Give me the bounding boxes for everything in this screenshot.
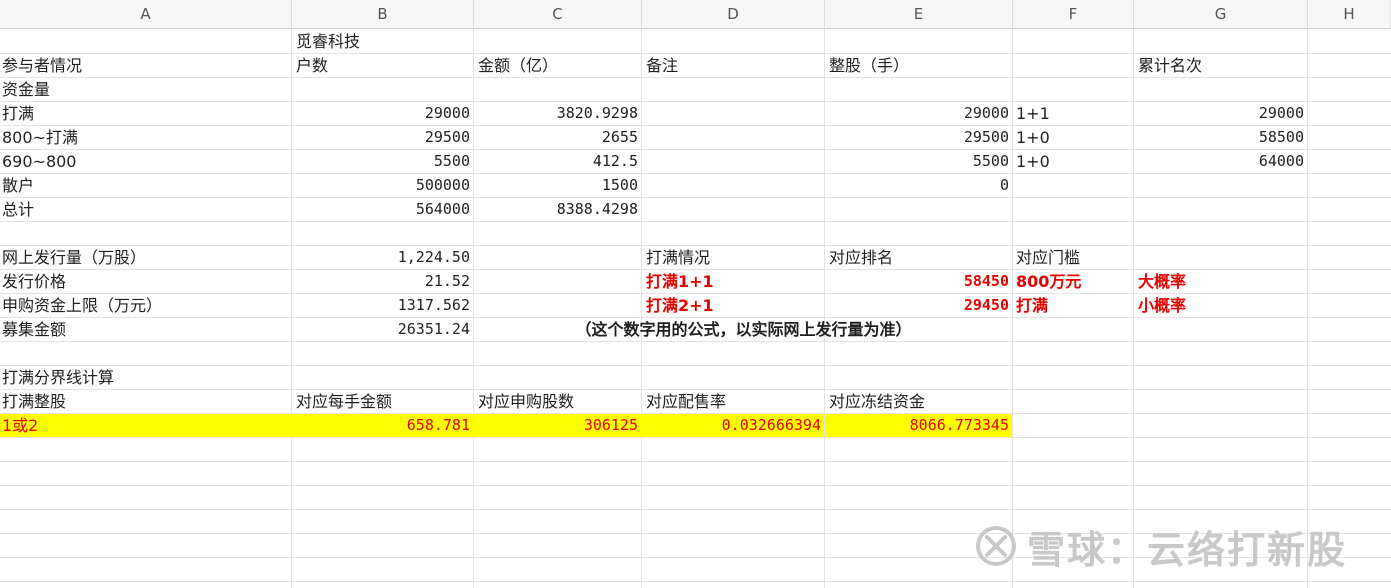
cell-b14[interactable]: 26351.24 (292, 318, 472, 341)
cell-b3[interactable]: 户数 (294, 54, 472, 77)
cell-b9[interactable]: 564000 (292, 198, 472, 221)
cell-d3[interactable]: 备注 (644, 54, 823, 77)
cell-e8[interactable]: 0 (825, 174, 1011, 197)
watermark: 雪球：云络打新股 (975, 518, 1347, 574)
cell-c6[interactable]: 2655 (474, 126, 640, 149)
cell-f12[interactable]: 800万元 (1014, 270, 1132, 293)
cell-c9[interactable]: 8388.4298 (474, 198, 640, 221)
grid-line (0, 461, 1391, 462)
column-header-b[interactable]: B (292, 0, 474, 29)
cell-f13[interactable]: 打满 (1014, 294, 1132, 317)
cell-c7[interactable]: 412.5 (474, 150, 640, 173)
cell-b13[interactable]: 1317.562 (292, 294, 472, 317)
column-header-e[interactable]: E (825, 0, 1013, 29)
cell-g12[interactable]: 大概率 (1136, 270, 1306, 293)
cell-g5[interactable]: 29000 (1134, 102, 1306, 125)
cell-a9[interactable]: 总计 (0, 198, 290, 221)
cell-a3[interactable]: 参与者情况 (0, 54, 290, 77)
cell-e3[interactable]: 整股（手） (827, 54, 1011, 77)
cell-e18[interactable]: 8066.773345 (825, 414, 1011, 437)
cell-e5[interactable]: 29000 (825, 102, 1011, 125)
cell-a17[interactable]: 打满整股 (0, 390, 290, 413)
cell-g7[interactable]: 64000 (1134, 150, 1306, 173)
cell-e12[interactable]: 58450 (825, 270, 1011, 293)
cell-b11[interactable]: 1,224.50 (292, 246, 472, 269)
cell-a16[interactable]: 打满分界线计算 (0, 366, 290, 389)
cell-e13[interactable]: 29450 (825, 294, 1011, 317)
column-header-d[interactable]: D (642, 0, 825, 29)
cell-a13[interactable]: 申购资金上限（万元） (0, 294, 290, 317)
cell-a12[interactable]: 发行价格 (0, 270, 290, 293)
watermark-text: 雪球：云络打新股 (1027, 527, 1348, 572)
spreadsheet-grid: A B C D E F G H 觅睿科技 参与者情况 户数 金额（亿） 备注 整… (0, 0, 1391, 588)
cell-d18[interactable]: 0.032666394 (642, 414, 823, 437)
cell-b8[interactable]: 500000 (292, 174, 472, 197)
cell-c3[interactable]: 金额（亿） (476, 54, 640, 77)
column-header-f[interactable]: F (1013, 0, 1134, 29)
snowball-logo-icon (976, 526, 1016, 566)
cell-a5[interactable]: 打满 (0, 102, 290, 125)
cell-d17[interactable]: 对应配售率 (644, 390, 823, 413)
column-header-a[interactable]: A (0, 0, 292, 29)
column-header-h[interactable]: H (1308, 0, 1391, 29)
cell-b18[interactable]: 658.781 (292, 414, 472, 437)
cell-b7[interactable]: 5500 (292, 150, 472, 173)
cell-c17[interactable]: 对应申购股数 (476, 390, 640, 413)
cell-d12[interactable]: 打满1+1 (644, 270, 823, 293)
cell-a14[interactable]: 募集金额 (0, 318, 290, 341)
grid-line (0, 221, 1391, 222)
cell-e17[interactable]: 对应冻结资金 (827, 390, 1011, 413)
cell-g13[interactable]: 小概率 (1136, 294, 1306, 317)
cell-b12[interactable]: 21.52 (292, 270, 472, 293)
cell-g3[interactable]: 累计名次 (1136, 54, 1306, 77)
cell-e7[interactable]: 5500 (825, 150, 1011, 173)
cell-d11[interactable]: 打满情况 (644, 246, 823, 269)
grid-line (641, 29, 642, 588)
cell-d13[interactable]: 打满2+1 (644, 294, 823, 317)
cell-f11[interactable]: 对应门槛 (1014, 246, 1132, 269)
grid-line (0, 437, 1391, 438)
cell-c5[interactable]: 3820.9298 (474, 102, 640, 125)
cell-e11[interactable]: 对应排名 (827, 246, 1011, 269)
grid-line (0, 341, 1391, 342)
cell-c8[interactable]: 1500 (474, 174, 640, 197)
cell-a4[interactable]: 资金量 (0, 78, 290, 101)
cell-g6[interactable]: 58500 (1134, 126, 1306, 149)
grid-line (1307, 29, 1308, 588)
column-header-c[interactable]: C (474, 0, 642, 29)
cell-a11[interactable]: 网上发行量（万股） (0, 246, 290, 269)
grid-line (0, 485, 1391, 486)
grid-line (1012, 29, 1013, 588)
cell-f7[interactable]: 1+0 (1014, 150, 1132, 173)
cell-c18[interactable]: 306125 (474, 414, 640, 437)
cell-a7[interactable]: 690~800 (0, 150, 290, 173)
cell-f5[interactable]: 1+1 (1014, 102, 1132, 125)
cell-a18[interactable]: 1或2 (0, 414, 290, 437)
cell-a8[interactable]: 散户 (0, 174, 290, 197)
cell-b5[interactable]: 29000 (292, 102, 472, 125)
cell-b2[interactable]: 觅睿科技 (294, 30, 472, 53)
column-header-g[interactable]: G (1134, 0, 1308, 29)
cell-e6[interactable]: 29500 (825, 126, 1011, 149)
grid-line (0, 581, 1391, 582)
cell-b17[interactable]: 对应每手金额 (294, 390, 472, 413)
grid-line (0, 509, 1391, 510)
cell-b6[interactable]: 29500 (292, 126, 472, 149)
cell-c14-note[interactable]: （这个数字用的公式，以实际网上发行量为准） (476, 318, 1011, 341)
cell-a6[interactable]: 800~打满 (0, 126, 290, 149)
cell-f6[interactable]: 1+0 (1014, 126, 1132, 149)
